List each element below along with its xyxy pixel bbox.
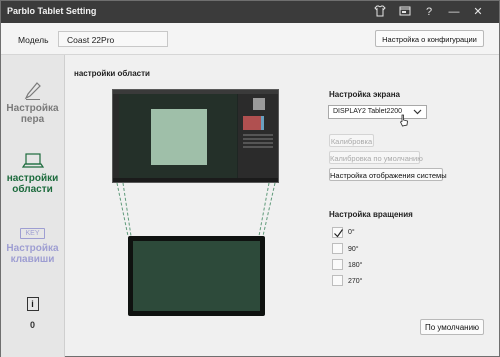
rotation-180-label: 180° (348, 262, 363, 269)
area-title: настройки области (74, 69, 150, 78)
rotation-90-checkbox[interactable] (332, 243, 343, 254)
sidebar-item-pen[interactable]: Настройка пера (1, 81, 64, 125)
rotation-270-label: 270° (348, 278, 363, 285)
laptop-icon (1, 151, 64, 173)
window-icon[interactable] (398, 5, 412, 19)
info-number: 0 (29, 320, 35, 330)
tablet-active-area[interactable] (133, 241, 260, 311)
monitor-preview (112, 89, 279, 183)
screen-settings-title: Настройка экрана (329, 90, 400, 99)
model-row: Модель Coast 22Pro Настройка о конфигура… (1, 23, 499, 55)
display-select[interactable]: DISPLAY2 Tablet2200 (328, 105, 427, 119)
config-settings-button[interactable]: Настройка о конфигурации (375, 30, 484, 47)
sidebar: Настройка пера настройки области KEY Нас… (1, 55, 65, 357)
mouse-cursor-icon (399, 114, 409, 129)
shirt-icon[interactable] (373, 5, 387, 19)
close-icon[interactable]: ✕ (471, 5, 485, 19)
rotation-0-checkbox[interactable] (332, 227, 343, 238)
rotation-title: Настройка вращения (329, 210, 413, 219)
sidebar-item-area[interactable]: настройки области (1, 151, 64, 195)
help-icon[interactable]: ? (422, 5, 436, 19)
display-select-value: DISPLAY2 Tablet2200 (333, 108, 403, 115)
monitor-screenshot (113, 90, 278, 182)
rotation-90-label: 90° (348, 246, 359, 253)
mapping-lines (116, 183, 276, 237)
chevron-down-icon (413, 107, 422, 118)
pen-icon (1, 81, 64, 103)
sidebar-keys-label-2: клавиши (10, 254, 55, 265)
rotation-0-label: 0° (348, 229, 355, 236)
restore-defaults-button[interactable]: По умолчанию (420, 319, 484, 335)
model-label: Модель (18, 35, 49, 45)
title-bar: Parblo Tablet Setting ? — ✕ (1, 1, 499, 23)
check-icon (334, 229, 343, 238)
rotation-270-checkbox[interactable] (332, 275, 343, 286)
rotation-180-checkbox[interactable] (332, 259, 343, 270)
sidebar-pen-label-1: Настройка (6, 103, 59, 114)
app-window: Parblo Tablet Setting ? — ✕ Модель Coast… (0, 0, 500, 357)
sidebar-pen-label-2: пера (20, 114, 45, 125)
sidebar-item-keys[interactable]: KEY Настройка клавиши (1, 228, 64, 265)
window-title: Parblo Tablet Setting (7, 6, 97, 16)
system-display-settings-button[interactable]: Настройка отображения системы (329, 168, 447, 181)
model-value: Coast 22Pro (58, 31, 168, 47)
key-icon: KEY (1, 228, 64, 243)
sidebar-keys-label-1: Настройка (6, 243, 59, 254)
key-badge: KEY (20, 228, 45, 239)
minimize-icon[interactable]: — (447, 5, 461, 19)
sidebar-area-label-1: настройки (6, 173, 59, 184)
sidebar-area-label-2: области (12, 184, 53, 195)
sidebar-info[interactable]: i 0 (1, 297, 64, 330)
calibrate-button[interactable]: Калибровка (329, 134, 374, 147)
tablet-preview (128, 236, 265, 316)
info-icon: i (26, 297, 39, 311)
calibrate-default-button[interactable]: Калибровка по умолчанию (329, 151, 423, 164)
